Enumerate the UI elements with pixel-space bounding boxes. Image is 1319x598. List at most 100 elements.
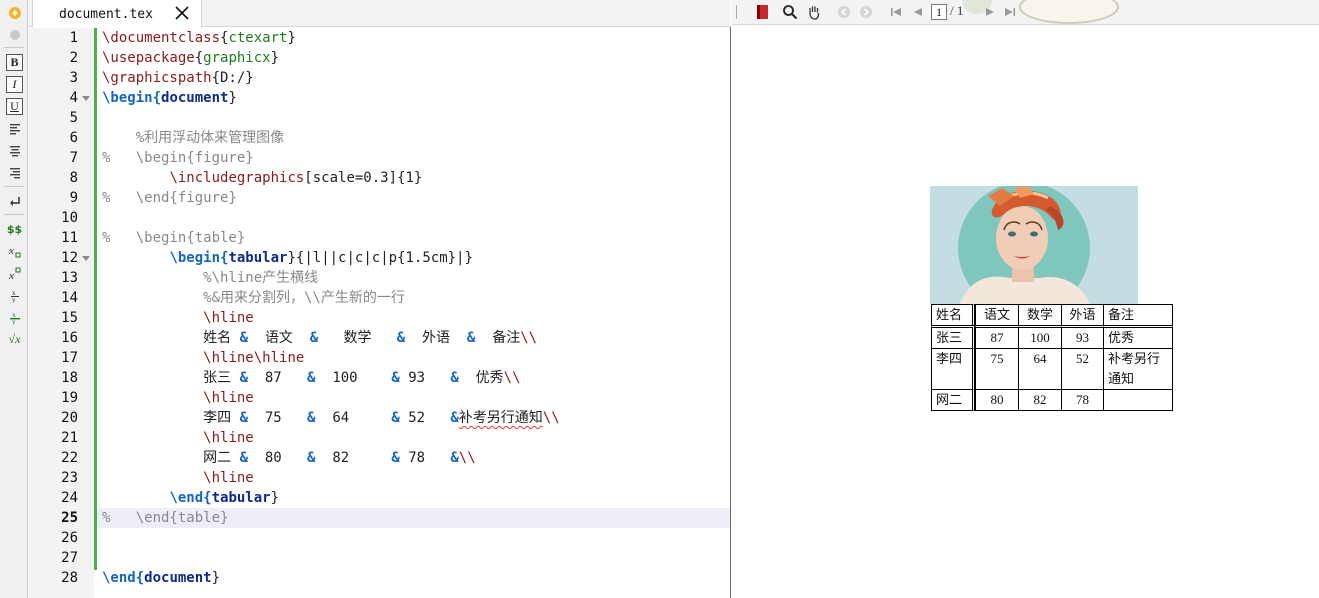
line-number: 13 [61,270,78,286]
pdf-book-icon[interactable] [754,4,770,20]
table-cell: 网二 [931,389,975,411]
back-icon[interactable] [836,4,852,20]
first-page-icon[interactable] [888,4,904,20]
code-line: \end{tabular} [102,488,279,508]
table-header-cell: 语文 [975,304,1018,325]
fold-toggle-icon[interactable] [82,256,90,261]
back-icon[interactable] [6,26,23,43]
italic-button[interactable]: I [6,76,23,93]
code-token: document [161,90,229,106]
align-left-icon[interactable] [6,120,23,137]
code-token: \end [169,490,204,506]
code-token: 80 [248,450,308,466]
code-token: 78 [399,450,451,466]
fraction-icon[interactable]: xy [6,287,23,304]
dfrac-icon[interactable]: xy [6,309,23,326]
tab-document[interactable]: document.tex [32,0,202,28]
mascot-decoration [1019,0,1119,24]
line-number: 23 [61,470,78,486]
forward-icon[interactable] [858,4,874,20]
code-line: %\hline产生横线 [102,268,318,288]
code-token: \begin [169,250,221,266]
code-token: & [450,450,459,466]
table-cell: 优秀 [1103,325,1173,348]
previous-page-icon[interactable] [910,4,926,20]
code-editor[interactable]: \documentclass{ctexart} \usepackage{graph… [94,28,730,598]
close-icon[interactable] [173,4,191,22]
pdf-table-body: 姓名 语文 数学 外语 备注 张三 87 100 93 优秀 李四 75 64 52 补考另行通知 网二 80 8… [931,304,1173,411]
align-center-icon[interactable] [6,142,23,159]
line-number: 14 [61,290,78,306]
code-token: 优秀 [458,370,504,386]
line-number: 5 [69,110,78,126]
subscript-icon[interactable]: x [6,243,23,260]
newline-icon[interactable] [6,193,23,210]
line-number: 11 [61,230,78,246]
tab-label: document.tex [59,6,153,22]
code-token: \begin [102,90,153,106]
code-token: & [450,410,459,426]
compile-icon[interactable] [6,4,23,21]
line-number: 26 [61,530,78,546]
code-token: 李四 [102,410,240,426]
code-line: \includegraphics[scale=0.3]{1} [102,168,422,188]
line-number: 1 [69,30,78,46]
code-token: \\ [520,330,538,346]
underline-button[interactable]: U [6,98,23,115]
line-number: 2 [69,50,78,66]
toolbar-separator [4,186,24,187]
code-token: 张三 [102,370,240,386]
code-token: % \end{figure} [102,190,237,206]
superscript-icon[interactable]: x [6,265,23,282]
sqrt-button[interactable]: √x [6,331,23,348]
document-image [930,186,1138,304]
toolbar-grip [735,4,739,20]
code-token: tabular [228,250,288,266]
line-number: 18 [61,370,78,386]
code-token: } [228,90,237,106]
code-line: 李四 & 75 & 64 & 52 &补考另行通知\\ [102,408,560,428]
svg-text:y: y [12,296,16,303]
line-number: 8 [69,170,78,186]
code-token: 82 [315,450,392,466]
table-header-cell: 外语 [1061,304,1103,325]
table-row: 张三 87 100 93 优秀 [931,325,1173,348]
code-token: % \begin{figure} [102,150,254,166]
code-token: & [309,330,319,346]
table-cell: 80 [975,389,1018,411]
code-token: } [287,30,296,46]
code-token: & [239,410,249,426]
line-number: 19 [61,390,78,406]
math-button[interactable]: $$ [6,221,23,238]
page-number-input[interactable]: 1 [931,4,947,20]
last-page-icon[interactable] [1002,4,1018,20]
zoom-icon[interactable] [782,4,798,20]
code-line: % \end{table} [102,508,228,528]
code-line: \usepackage{graphicx} [102,48,279,68]
code-token: & [391,370,400,386]
next-page-icon[interactable] [982,4,998,20]
code-token: { [203,490,212,506]
code-token: 64 [315,410,392,426]
code-line: % \begin{table} [102,228,245,248]
code-token: & [239,330,249,346]
code-line: % \begin{figure} [102,148,254,168]
code-token: & [391,450,400,466]
line-number: 15 [61,310,78,326]
align-right-icon[interactable] [6,164,23,181]
line-number: 27 [61,550,78,566]
hand-icon[interactable] [806,4,822,20]
line-number: 4 [69,90,78,106]
code-token: \hline [203,470,254,486]
code-token: 语文 [248,330,310,346]
svg-text:y: y [12,318,16,325]
code-token: \hline [203,430,254,446]
code-token: document [144,570,212,586]
line-number: 10 [61,210,78,226]
table-cell: 52 [1061,348,1103,389]
bold-button[interactable]: B [6,54,23,71]
line-number: 16 [61,330,78,346]
editor-tab-bar: document.tex [28,0,731,28]
fold-toggle-icon[interactable] [82,96,90,101]
table-header-cell: 数学 [1018,304,1061,325]
